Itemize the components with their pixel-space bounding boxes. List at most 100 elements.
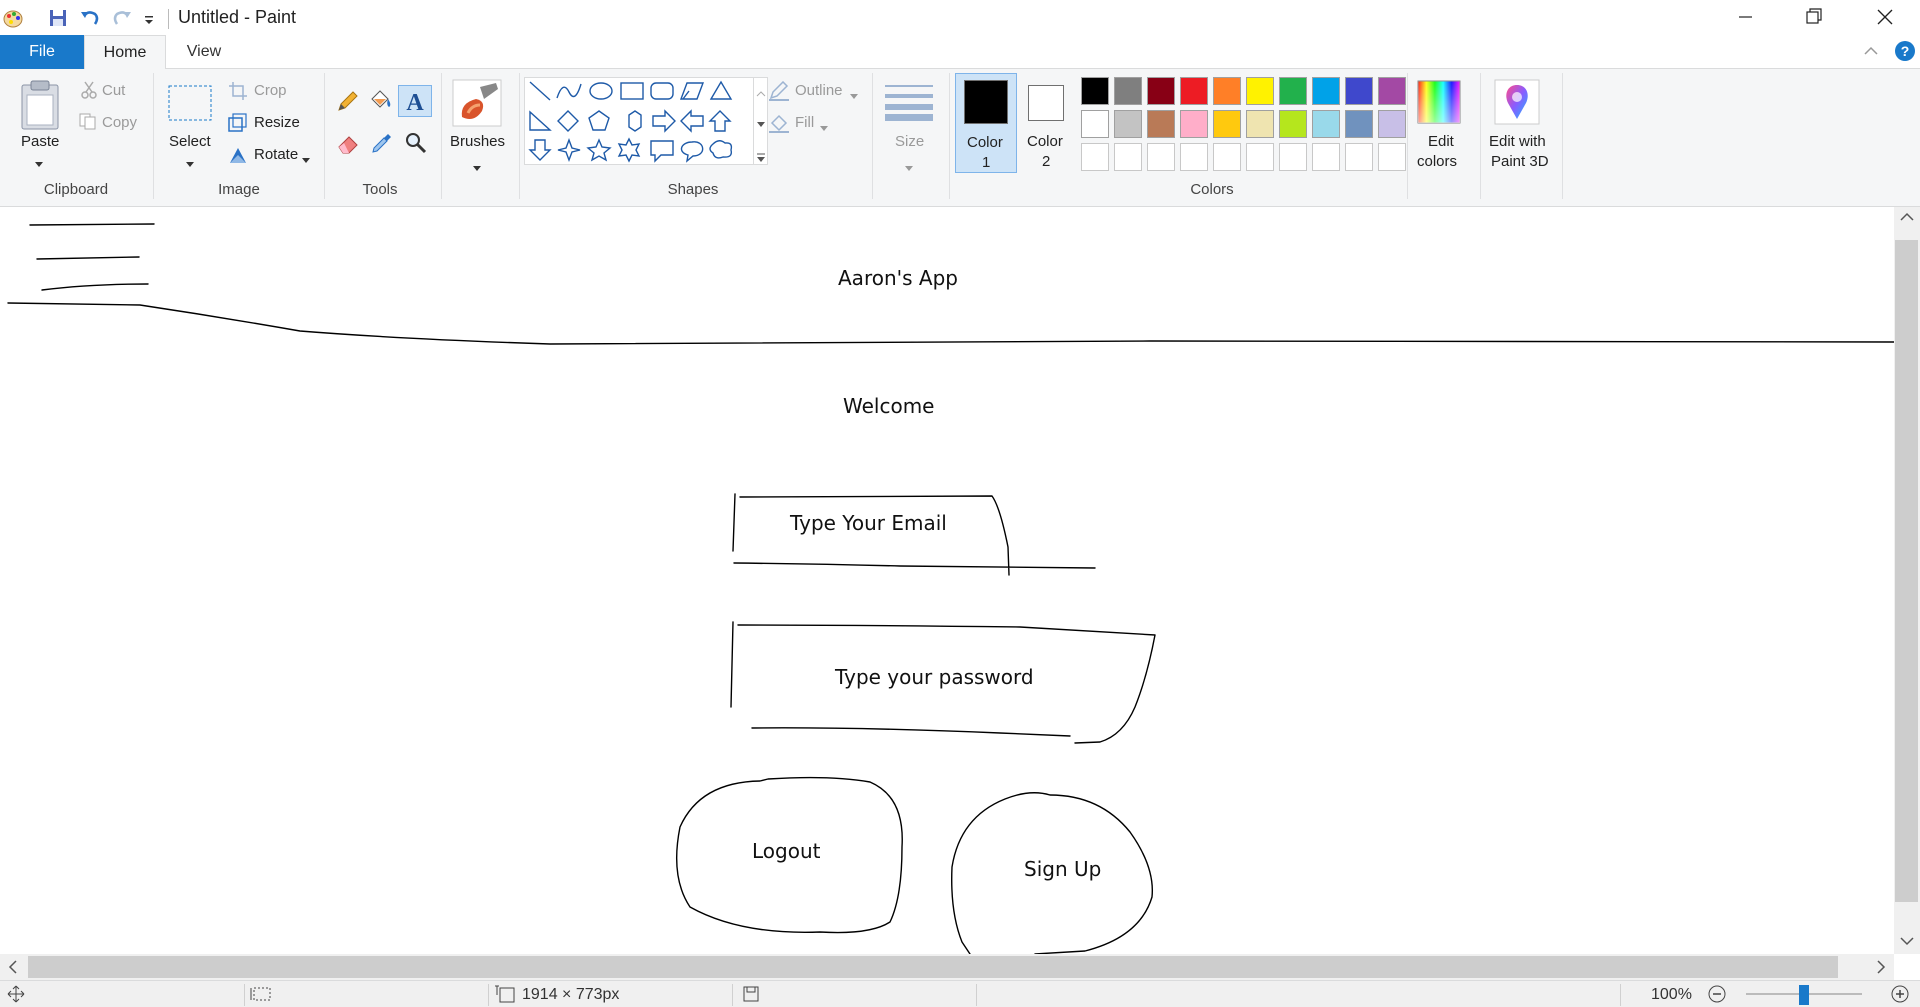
brushes-icon[interactable]: [452, 79, 502, 131]
scroll-left-icon[interactable]: [6, 959, 20, 981]
fill-dropdown-icon: [820, 119, 828, 136]
scroll-right-icon[interactable]: [1874, 959, 1888, 981]
file-size-icon: [742, 985, 760, 1007]
horizontal-scroll-thumb[interactable]: [28, 956, 1838, 978]
palette-swatch[interactable]: [1246, 110, 1274, 138]
paint-app-icon[interactable]: [2, 6, 26, 30]
palette-swatch[interactable]: [1279, 77, 1307, 105]
palette-swatch[interactable]: [1213, 77, 1241, 105]
paste-label[interactable]: Paste: [21, 133, 59, 150]
palette-swatch[interactable]: [1246, 77, 1274, 105]
ribbon-home: Paste Cut Copy Clipboard Select Crop Res…: [0, 69, 1920, 207]
save-icon[interactable]: [46, 6, 70, 30]
shapes-gallery[interactable]: [524, 77, 754, 165]
color1-button[interactable]: Color 1: [955, 73, 1017, 173]
resize-label[interactable]: Resize: [254, 114, 300, 131]
pencil-icon[interactable]: [336, 89, 360, 117]
palette-swatch[interactable]: [1180, 77, 1208, 105]
palette-swatch[interactable]: [1114, 110, 1142, 138]
palette-swatch[interactable]: [1345, 77, 1373, 105]
palette-custom-slot[interactable]: [1279, 143, 1307, 171]
edit-colors-label-line2[interactable]: colors: [1417, 153, 1457, 170]
palette-swatch[interactable]: [1180, 110, 1208, 138]
select-label[interactable]: Select: [169, 133, 211, 150]
vertical-scroll-thumb[interactable]: [1895, 240, 1918, 902]
palette-swatch[interactable]: [1213, 110, 1241, 138]
palette-swatch[interactable]: [1312, 77, 1340, 105]
palette-custom-slot[interactable]: [1213, 143, 1241, 171]
zoom-in-button[interactable]: [1890, 984, 1910, 1007]
rotate-icon[interactable]: [228, 145, 248, 169]
select-dropdown-icon[interactable]: [186, 155, 194, 172]
fill-bucket-icon[interactable]: [368, 89, 394, 117]
resize-icon[interactable]: [228, 113, 248, 137]
palette-swatch[interactable]: [1378, 77, 1406, 105]
palette-custom-slot[interactable]: [1378, 143, 1406, 171]
undo-icon[interactable]: [78, 6, 102, 30]
select-icon[interactable]: [168, 85, 212, 125]
minimize-button[interactable]: [1710, 0, 1780, 35]
palette-swatch[interactable]: [1345, 110, 1373, 138]
close-button[interactable]: [1850, 0, 1920, 35]
ribbon-separator: [324, 73, 325, 199]
brushes-dropdown-icon[interactable]: [473, 159, 481, 176]
palette-swatch[interactable]: [1312, 110, 1340, 138]
shapes-gallery-scroll[interactable]: [754, 77, 768, 165]
magnifier-icon[interactable]: [404, 131, 428, 159]
selection-size-icon: [250, 985, 272, 1007]
edit-colors-label-line1[interactable]: Edit: [1428, 133, 1454, 150]
palette-custom-slot[interactable]: [1312, 143, 1340, 171]
zoom-level-text: 100%: [1651, 986, 1692, 1003]
brushes-label[interactable]: Brushes: [450, 133, 505, 150]
palette-custom-slot[interactable]: [1345, 143, 1373, 171]
paste-icon[interactable]: [18, 79, 62, 135]
palette-swatch[interactable]: [1081, 110, 1109, 138]
paste-dropdown-icon[interactable]: [35, 155, 43, 172]
palette-custom-slot[interactable]: [1081, 143, 1109, 171]
palette-custom-slot[interactable]: [1114, 143, 1142, 171]
ribbon-separator: [441, 73, 442, 199]
palette-swatch[interactable]: [1279, 110, 1307, 138]
color-picker-icon[interactable]: [370, 131, 394, 159]
paint3d-label-line2[interactable]: Paint 3D: [1491, 153, 1549, 170]
color1-label-line2: 1: [982, 154, 991, 171]
zoom-slider-thumb[interactable]: [1799, 985, 1809, 1005]
tab-home[interactable]: Home: [84, 35, 166, 70]
scroll-down-icon[interactable]: [1899, 934, 1915, 954]
window-title: Untitled - Paint: [178, 7, 297, 27]
palette-swatch[interactable]: [1147, 110, 1175, 138]
menu-line-2: [36, 256, 140, 260]
status-bar: 1914 × 773px 100%: [0, 980, 1920, 1007]
palette-swatch[interactable]: [1147, 77, 1175, 105]
rotate-dropdown-icon[interactable]: [302, 151, 310, 168]
customize-toolbar-icon[interactable]: [142, 6, 156, 30]
paint3d-icon[interactable]: [1494, 79, 1540, 129]
palette-swatch[interactable]: [1114, 77, 1142, 105]
palette-custom-slot[interactable]: [1180, 143, 1208, 171]
status-separator: [976, 984, 977, 1006]
scroll-up-icon[interactable]: [1899, 210, 1915, 230]
restore-button[interactable]: [1780, 0, 1850, 35]
redo-icon[interactable]: [110, 6, 134, 30]
collapse-ribbon-icon[interactable]: [1862, 42, 1880, 64]
edit-colors-icon[interactable]: [1416, 79, 1462, 129]
paint3d-label-line1[interactable]: Edit with: [1489, 133, 1546, 150]
signup-text: Sign Up: [1024, 857, 1102, 881]
svg-text:?: ?: [1901, 43, 1910, 59]
zoom-out-button[interactable]: [1707, 984, 1727, 1007]
tab-file[interactable]: File: [0, 35, 84, 69]
palette-swatch[interactable]: [1378, 110, 1406, 138]
text-tool-icon[interactable]: A: [398, 85, 432, 117]
color2-button[interactable]: Color 2: [1018, 73, 1080, 173]
help-icon[interactable]: ?: [1894, 40, 1916, 66]
palette-custom-slot[interactable]: [1147, 143, 1175, 171]
colors-group-label: Colors: [1190, 181, 1234, 198]
palette-custom-slot[interactable]: [1246, 143, 1274, 171]
drawing-canvas[interactable]: Aaron's App Welcome Type Your Email Type…: [0, 207, 1894, 954]
welcome-text: Welcome: [843, 394, 935, 418]
cursor-position-icon: [6, 985, 26, 1007]
tab-view[interactable]: View: [166, 35, 242, 69]
palette-swatch[interactable]: [1081, 77, 1109, 105]
eraser-icon[interactable]: [336, 131, 360, 159]
rotate-label[interactable]: Rotate: [254, 146, 298, 163]
